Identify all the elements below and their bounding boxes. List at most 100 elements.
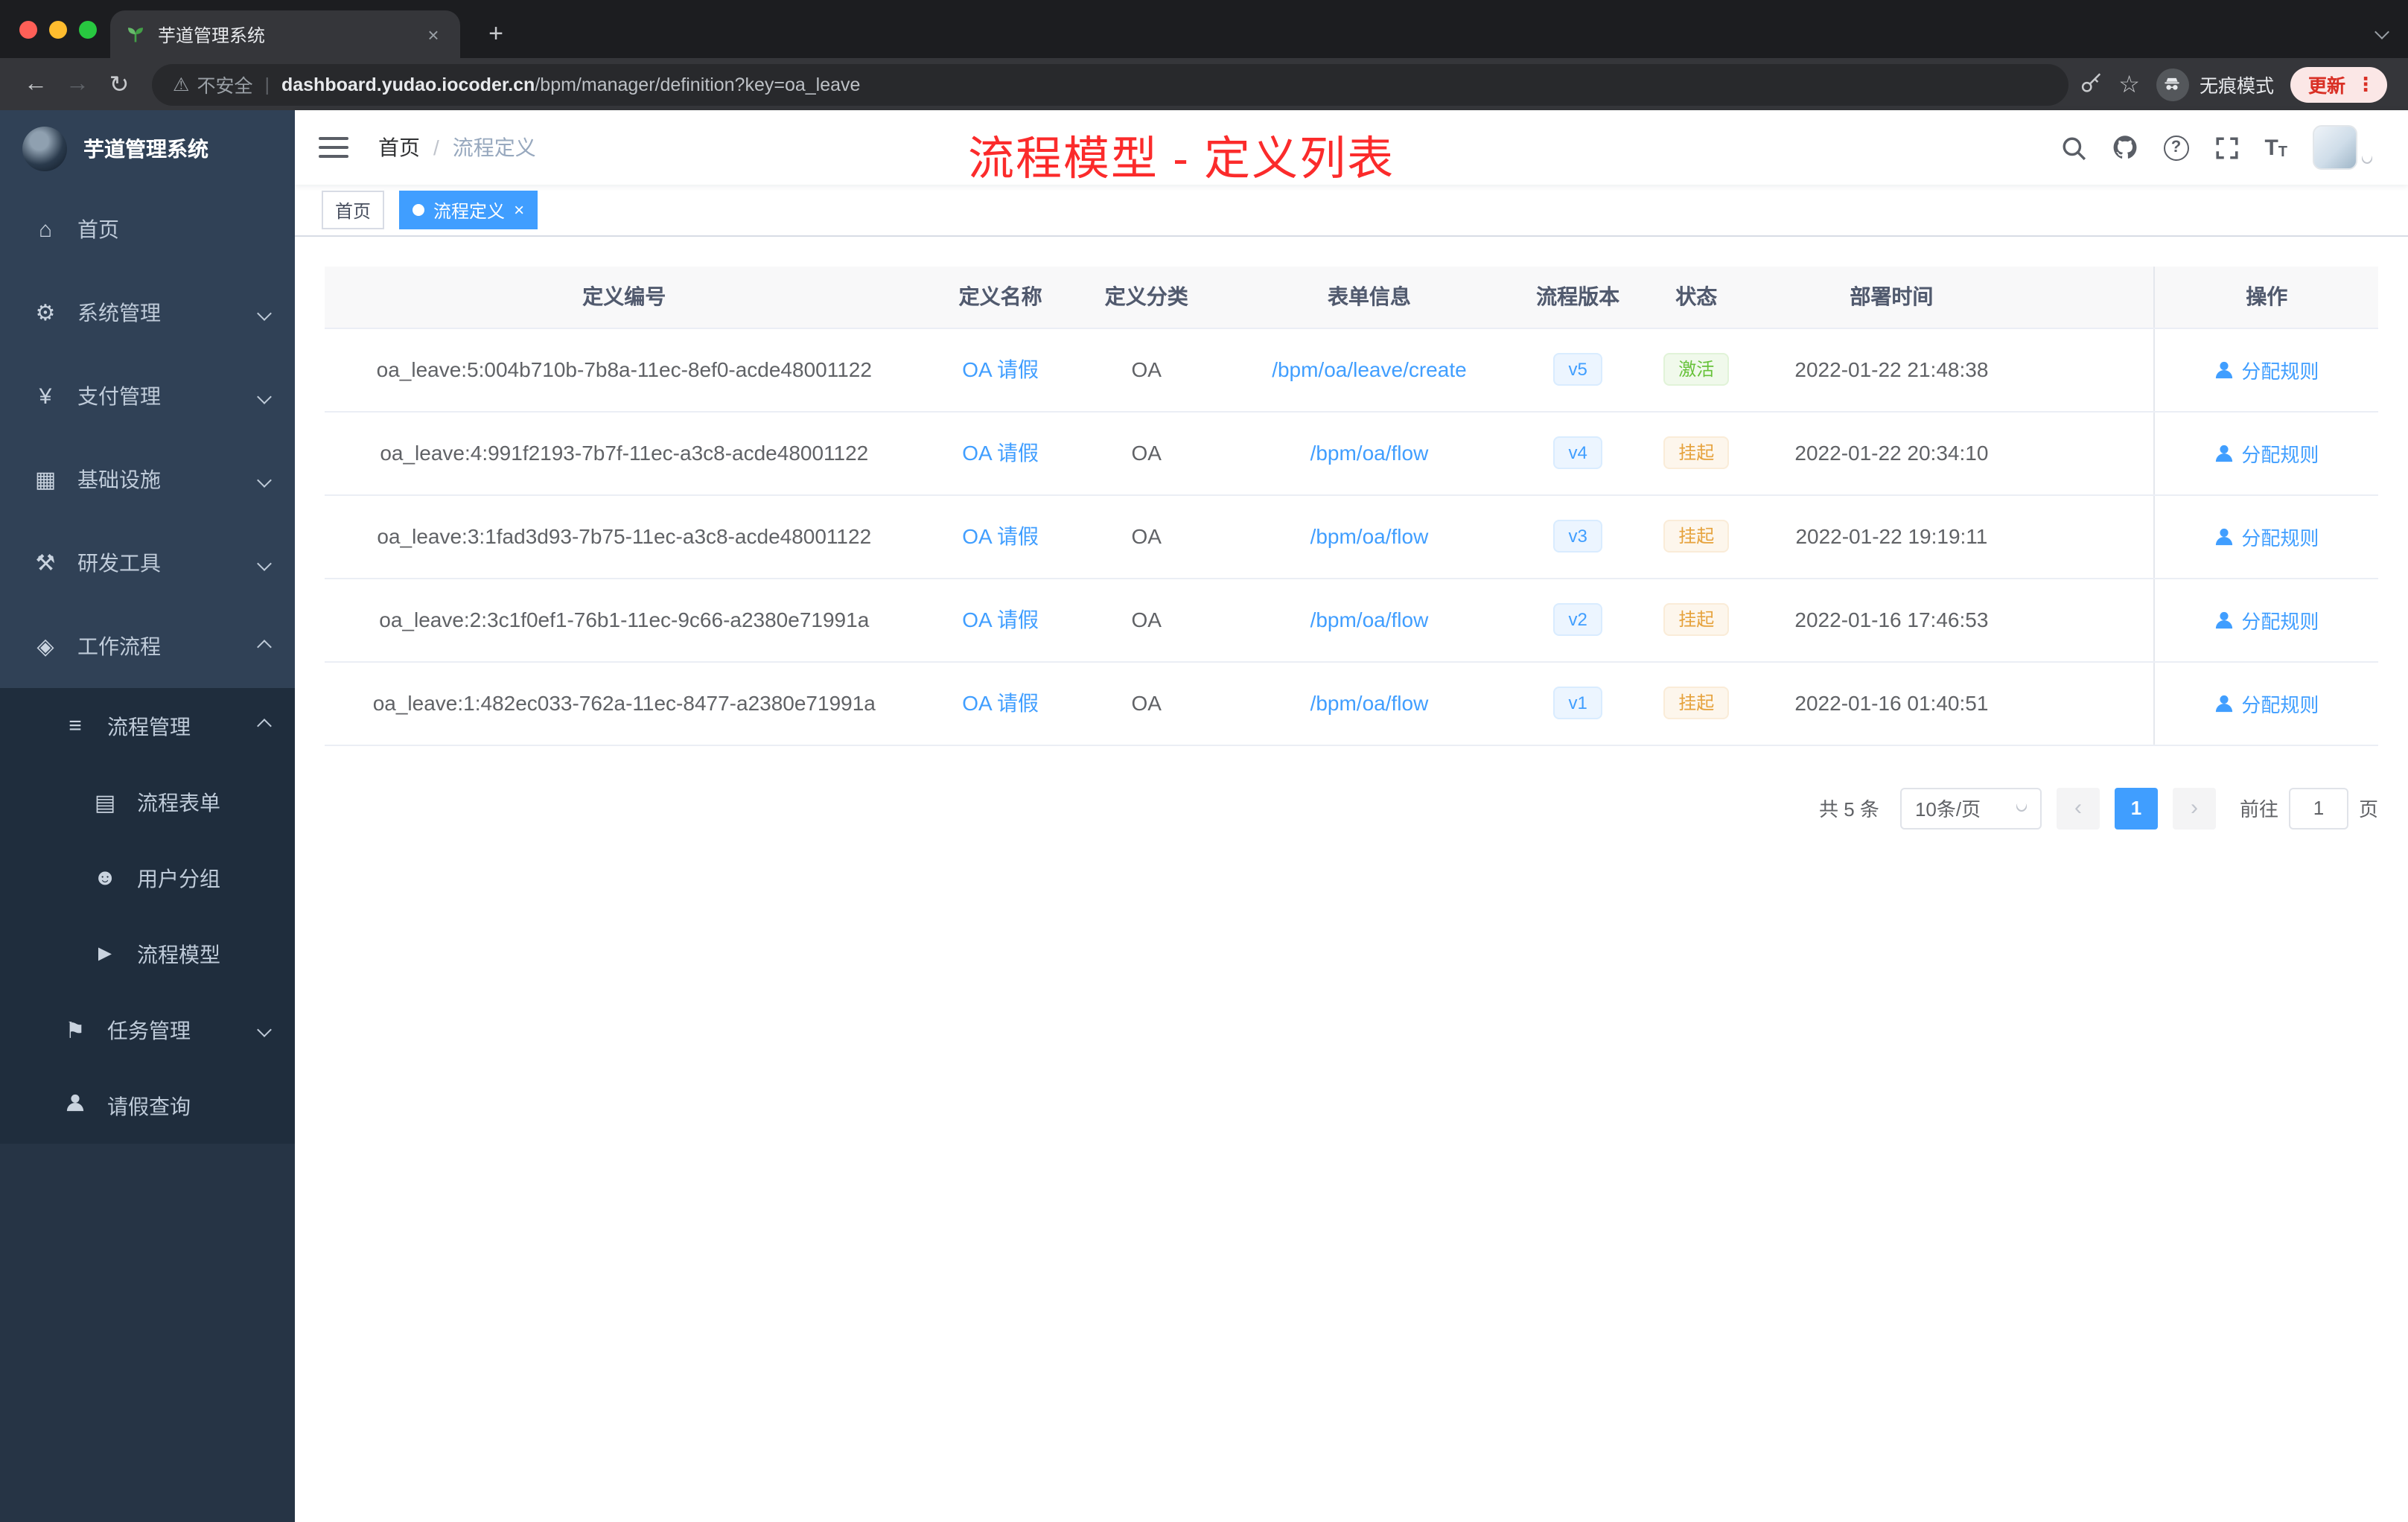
browser-tab[interactable]: 芋道管理系统 × bbox=[110, 10, 460, 58]
sidebar-item-infrastructure[interactable]: ▦ 基础设施 bbox=[0, 438, 295, 521]
col-definition-category: 定义分类 bbox=[1077, 267, 1216, 328]
sidebar-item-home[interactable]: ⌂ 首页 bbox=[0, 188, 295, 271]
page-1-button[interactable]: 1 bbox=[2114, 787, 2158, 829]
form-info-link[interactable]: /bpm/oa/flow bbox=[1310, 524, 1429, 548]
key-icon[interactable] bbox=[2080, 73, 2102, 95]
fullscreen-icon[interactable] bbox=[2214, 135, 2239, 160]
github-icon[interactable] bbox=[2111, 134, 2138, 161]
goto-page-input[interactable] bbox=[2288, 787, 2348, 829]
security-status[interactable]: ⚠ 不安全 bbox=[173, 70, 252, 98]
tag-close-icon[interactable]: × bbox=[514, 201, 524, 219]
table-row: oa_leave:5:004b710b-7b8a-11ec-8ef0-acde4… bbox=[325, 328, 2378, 412]
user-menu[interactable] bbox=[2313, 125, 2374, 170]
sidebar-item-task-management[interactable]: ⚑ 任务管理 bbox=[0, 992, 295, 1068]
gear-icon: ⚙ bbox=[35, 301, 56, 326]
cell-definition-id: oa_leave:3:1fad3d93-7b75-11ec-a3c8-acde4… bbox=[325, 494, 924, 579]
sidebar-item-dev-tools[interactable]: ⚒ 研发工具 bbox=[0, 521, 295, 605]
browser-toolbar: ← → ↻ ⚠ 不安全 | dashboard.yudao.iocoder.cn… bbox=[0, 58, 2408, 110]
forward-icon[interactable]: → bbox=[57, 63, 98, 105]
definition-name-link[interactable]: OA 请假 bbox=[962, 357, 1039, 381]
chevron-down-icon bbox=[257, 305, 272, 320]
definition-name-link[interactable]: OA 请假 bbox=[962, 691, 1039, 715]
users-icon: ☻ bbox=[93, 865, 117, 891]
sidebar-item-leave-query[interactable]: 请假查询 bbox=[0, 1068, 295, 1144]
user-icon bbox=[2216, 444, 2233, 462]
definition-name-link[interactable]: OA 请假 bbox=[962, 441, 1039, 465]
form-info-link[interactable]: /bpm/oa/flow bbox=[1310, 691, 1429, 715]
prev-page-button[interactable]: ‹ bbox=[2056, 787, 2100, 829]
chrome-update-button[interactable]: 更新 ⋮ bbox=[2290, 66, 2387, 102]
sidebar-item-system[interactable]: ⚙ 系统管理 bbox=[0, 271, 295, 354]
tag-process-definition[interactable]: 流程定义 × bbox=[399, 191, 538, 229]
logo-avatar bbox=[22, 127, 67, 171]
sidebar-item-process-form[interactable]: ▤ 流程表单 bbox=[0, 764, 295, 840]
new-tab-button[interactable]: + bbox=[474, 10, 518, 58]
user-icon bbox=[2216, 527, 2233, 545]
sidebar-item-process-management[interactable]: ≡ 流程管理 bbox=[0, 688, 295, 764]
definition-name-link[interactable]: OA 请假 bbox=[962, 608, 1039, 631]
cell-deploy-time: 2022-01-22 20:34:10 bbox=[1759, 411, 2024, 495]
chevron-down-icon bbox=[257, 1022, 272, 1037]
pagination: 共 5 条 10条/页 ‹ 1 › 前往 页 bbox=[325, 787, 2378, 829]
breadcrumb-current: 流程定义 bbox=[452, 136, 536, 159]
address-bar[interactable]: ⚠ 不安全 | dashboard.yudao.iocoder.cn /bpm/… bbox=[152, 63, 2068, 105]
assign-rule-link[interactable]: 分配规则 bbox=[2214, 355, 2319, 383]
status-badge: 挂起 bbox=[1663, 520, 1730, 553]
col-deploy-time: 部署时间 bbox=[1759, 267, 2024, 328]
tab-close-icon[interactable]: × bbox=[421, 22, 445, 46]
cell-category: OA bbox=[1077, 411, 1216, 495]
cell-deploy-time: 2022-01-22 19:19:11 bbox=[1759, 494, 2024, 579]
security-label: 不安全 bbox=[197, 76, 253, 97]
goto-unit: 页 bbox=[2358, 798, 2378, 821]
omnibox-divider: | bbox=[264, 74, 270, 95]
chevron-down-icon bbox=[2360, 151, 2374, 166]
bookmark-star-icon[interactable]: ☆ bbox=[2118, 63, 2140, 105]
incognito-icon bbox=[2156, 68, 2189, 101]
assign-rule-link[interactable]: 分配规则 bbox=[2214, 522, 2319, 550]
zoom-window-button[interactable] bbox=[79, 20, 97, 38]
table-row: oa_leave:4:991f2193-7b7f-11ec-a3c8-acde4… bbox=[325, 411, 2378, 495]
tab-search-button[interactable] bbox=[2374, 18, 2389, 45]
version-badge: v2 bbox=[1553, 603, 1602, 636]
font-size-icon[interactable]: TT bbox=[2264, 135, 2287, 160]
sidebar-item-user-group[interactable]: ☻ 用户分组 bbox=[0, 840, 295, 916]
url-domain: dashboard.yudao.iocoder.cn bbox=[281, 74, 535, 95]
cell-definition-id: oa_leave:4:991f2193-7b7f-11ec-a3c8-acde4… bbox=[325, 411, 924, 495]
pagination-total: 共 5 条 bbox=[1819, 798, 1879, 821]
search-icon[interactable] bbox=[2060, 135, 2086, 160]
sidebar-item-process-model[interactable]: ► 流程模型 bbox=[0, 916, 295, 992]
tag-home[interactable]: 首页 bbox=[322, 191, 385, 229]
form-info-link[interactable]: /bpm/oa/flow bbox=[1310, 441, 1429, 465]
incognito-indicator: 无痕模式 bbox=[2156, 68, 2274, 101]
page-size-select[interactable]: 10条/页 bbox=[1899, 787, 2042, 829]
help-icon[interactable]: ? bbox=[2163, 135, 2189, 160]
app-header: 首页 / 流程定义 流程模型 - 定义列表 ? T T bbox=[295, 110, 2408, 185]
cell-category: OA bbox=[1077, 328, 1216, 412]
sidebar-item-payment[interactable]: ¥ 支付管理 bbox=[0, 354, 295, 438]
next-page-button[interactable]: › bbox=[2172, 787, 2216, 829]
col-definition-name: 定义名称 bbox=[923, 267, 1077, 328]
breadcrumb-separator: / bbox=[433, 136, 439, 159]
reload-icon[interactable]: ↻ bbox=[98, 63, 140, 105]
back-icon[interactable]: ← bbox=[15, 63, 57, 105]
minimize-window-button[interactable] bbox=[49, 20, 67, 38]
chrome-menu-icon[interactable]: ⋮ bbox=[2356, 72, 2375, 96]
form-info-link[interactable]: /bpm/oa/flow bbox=[1310, 608, 1429, 631]
assign-rule-link[interactable]: 分配规则 bbox=[2214, 689, 2319, 717]
definition-name-link[interactable]: OA 请假 bbox=[962, 524, 1039, 548]
close-window-button[interactable] bbox=[19, 20, 37, 38]
assign-rule-link[interactable]: 分配规则 bbox=[2214, 439, 2319, 467]
version-badge: v4 bbox=[1553, 436, 1602, 469]
sidebar-item-workflow[interactable]: ◈ 工作流程 bbox=[0, 605, 295, 688]
cell-deploy-time: 2022-01-22 21:48:38 bbox=[1759, 328, 2024, 412]
status-badge: 挂起 bbox=[1663, 436, 1730, 469]
chevron-up-icon bbox=[257, 639, 272, 654]
sidebar-toggle-icon[interactable] bbox=[317, 133, 350, 162]
table-body: oa_leave:5:004b710b-7b8a-11ec-8ef0-acde4… bbox=[325, 328, 2378, 745]
form-info-link[interactable]: /bpm/oa/leave/create bbox=[1272, 357, 1467, 381]
breadcrumb-home[interactable]: 首页 bbox=[378, 133, 420, 162]
logo-title: 芋道管理系统 bbox=[83, 137, 208, 161]
assign-rule-link[interactable]: 分配规则 bbox=[2214, 605, 2319, 634]
cell-category: OA bbox=[1077, 578, 1216, 662]
avatar[interactable] bbox=[2313, 125, 2357, 170]
